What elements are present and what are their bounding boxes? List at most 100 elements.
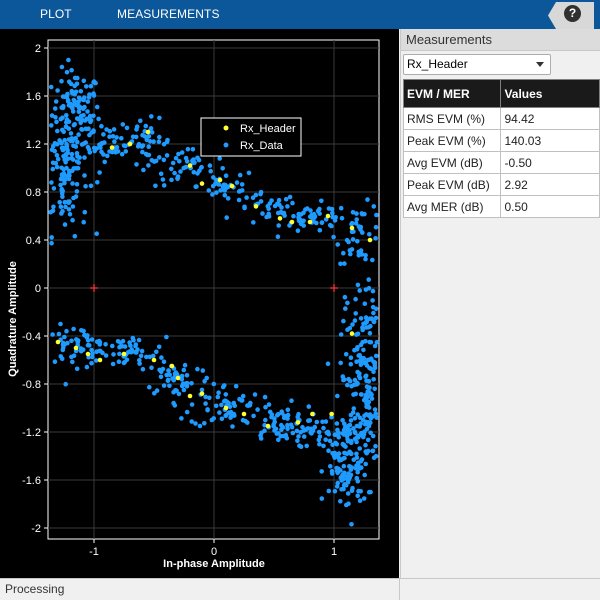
rx-data-point [368, 357, 374, 362]
rx-data-point [63, 152, 69, 157]
rx-data-point [354, 439, 359, 445]
rx-data-point [149, 114, 154, 119]
rx-data-point [67, 211, 73, 217]
rx-data-point [252, 392, 258, 397]
rx-data-point [59, 140, 64, 146]
rx-data-point [53, 160, 59, 166]
rx-data-point [70, 217, 75, 223]
rx-data-point [158, 374, 164, 380]
rx-data-point [95, 180, 100, 185]
legend-label-rx-data: Rx_Data [240, 140, 284, 152]
rx-data-point [341, 463, 347, 469]
rx-data-point [221, 182, 227, 188]
rx-data-point [66, 79, 72, 84]
rx-data-point [319, 220, 325, 225]
rx-data-point [76, 132, 81, 137]
rx-data-point [110, 361, 116, 367]
rx-data-point [123, 149, 129, 154]
rx-data-point [49, 123, 54, 128]
rx-data-point [367, 339, 372, 345]
rx-data-point [149, 365, 154, 371]
rx-data-point [365, 403, 371, 409]
legend[interactable]: Rx_Header Rx_Data [200, 117, 302, 157]
rx-data-point [84, 84, 89, 89]
rx-data-point [100, 350, 105, 356]
rx-data-point [156, 139, 162, 144]
rx-data-point [81, 328, 86, 334]
rx-data-point [343, 306, 348, 311]
rx-header-point [199, 391, 205, 396]
rx-data-point [296, 411, 301, 417]
rx-data-point [199, 164, 204, 170]
rx-data-point [269, 198, 274, 203]
rx-data-point [58, 354, 64, 359]
rx-data-point [217, 410, 222, 415]
rx-data-point [298, 221, 304, 227]
rx-data-point [178, 169, 183, 174]
rx-data-point [350, 485, 355, 491]
rx-data-point [78, 348, 84, 354]
rx-data-point [285, 412, 291, 418]
rx-data-point [114, 135, 119, 140]
rx-data-point [64, 69, 70, 75]
rx-data-point [64, 113, 69, 118]
rx-data-point [342, 261, 347, 266]
rx-data-point [210, 192, 215, 197]
rx-data-point [355, 460, 361, 466]
rx-data-point [81, 141, 87, 146]
rx-data-point [189, 402, 195, 407]
rx-data-point [84, 364, 90, 370]
rx-data-point [74, 151, 80, 156]
rx-data-point [59, 165, 64, 171]
rx-data-point [345, 439, 351, 444]
rx-data-point [242, 204, 247, 210]
rx-header-point [229, 183, 235, 189]
rx-data-point [316, 429, 322, 435]
metric-value: 2.92 [500, 173, 600, 196]
table-row: Peak EVM (%) 140.03 [402, 129, 600, 152]
rx-data-point [364, 378, 369, 384]
rx-data-point [308, 208, 313, 213]
y-tick-label: -2 [31, 523, 41, 535]
rx-data-point [60, 115, 65, 120]
rx-header-point [223, 405, 229, 411]
rx-header-point [217, 177, 223, 183]
rx-data-point [62, 222, 68, 227]
rx-data-point [373, 443, 378, 449]
rx-data-point [279, 210, 285, 216]
rx-data-point [350, 322, 355, 327]
rx-data-point [219, 416, 225, 422]
rx-data-point [334, 441, 340, 447]
metric-label: Avg EVM (dB) [402, 151, 502, 174]
rx-data-point [305, 426, 311, 431]
rx-data-point [192, 160, 197, 165]
rx-data-point [360, 230, 365, 235]
help-icon[interactable]: ? [564, 5, 581, 22]
rx-data-point [314, 220, 319, 226]
rx-data-point [118, 340, 123, 346]
rx-data-point [352, 416, 358, 421]
rx-data-point [64, 120, 69, 125]
rx-data-point [219, 402, 224, 408]
rx-data-point [329, 468, 335, 474]
rx-data-point [65, 99, 71, 104]
rx-data-point [131, 338, 136, 343]
rx-data-point [276, 437, 281, 443]
signal-source-dropdown[interactable]: Rx_Header [403, 54, 551, 75]
rx-data-point [59, 211, 64, 216]
rx-data-point [62, 177, 68, 182]
rx-data-point [360, 356, 366, 362]
y-axis-label: Quadrature Amplitude [7, 261, 19, 377]
rx-data-point [323, 437, 329, 443]
tab-measurements[interactable]: MEASUREMENTS [117, 0, 220, 29]
rx-data-point [285, 422, 290, 428]
rx-data-point [164, 153, 170, 158]
rx-data-point [56, 331, 62, 337]
rx-data-point [338, 499, 343, 504]
rx-data-point [321, 425, 326, 431]
rx-data-point [368, 415, 374, 421]
rx-data-point [161, 183, 167, 188]
rx-data-point [251, 220, 256, 225]
tab-plot[interactable]: PLOT [40, 0, 72, 29]
dropdown-selected-value: Rx_Header [407, 57, 468, 71]
